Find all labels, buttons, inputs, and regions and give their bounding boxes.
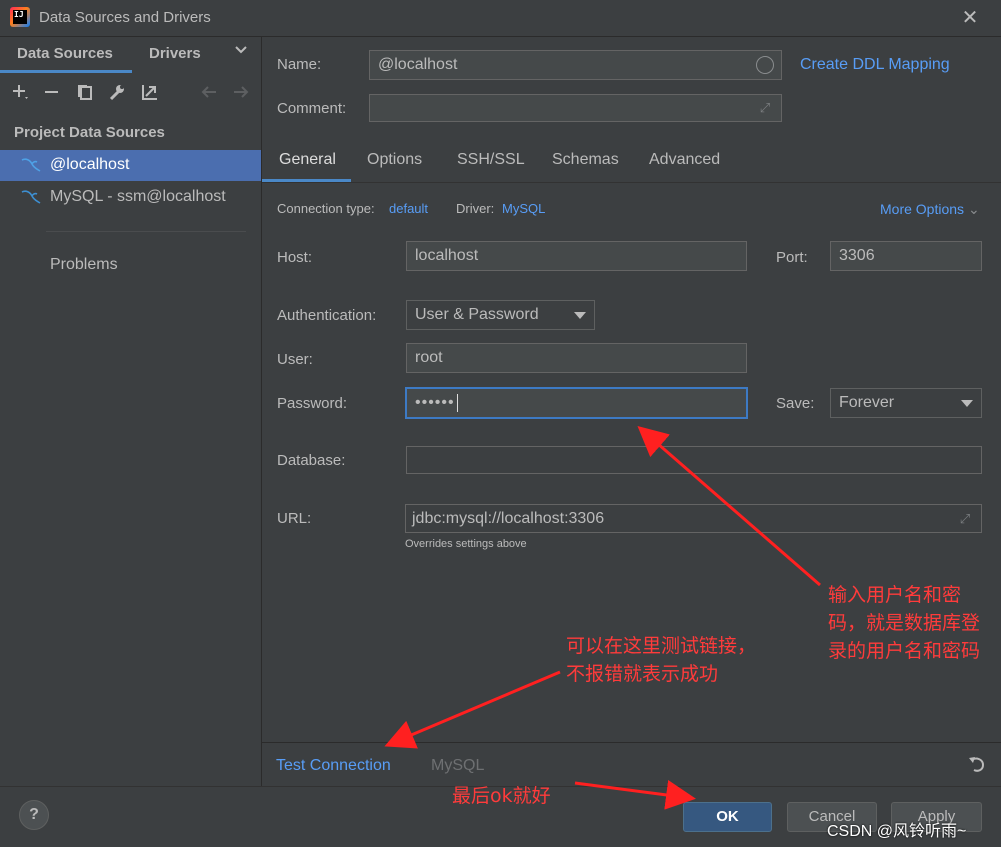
annotation-arrows [384, 426, 821, 810]
arrow-to-password [637, 426, 821, 587]
annotation-line: 可以在这里测试链接， [566, 635, 757, 657]
annotation-line: 码，就是数据库登 [828, 612, 981, 634]
annotation-test-connection: 可以在这里测试链接， 不报错就表示成功 [566, 632, 756, 688]
arrow-to-ok [574, 780, 696, 810]
watermark: CSDN @风铃听雨~ [827, 823, 967, 840]
annotation-ok: 最后ok就好 [452, 785, 551, 807]
annotation-line: 不报错就表示成功 [566, 663, 719, 685]
annotation-password: 输入用户名和密 码，就是数据库登 录的用户名和密码 [828, 581, 980, 665]
annotation-line: 输入用户名和密 [828, 584, 962, 606]
arrow-to-test-connection [384, 670, 561, 749]
annotation-line: 录的用户名和密码 [828, 640, 981, 662]
